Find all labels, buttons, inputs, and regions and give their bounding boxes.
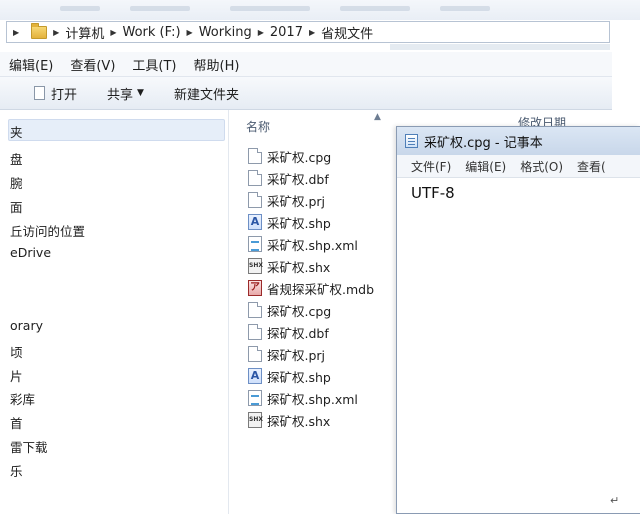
file-row[interactable]: SHX 探矿权.shx xyxy=(248,410,330,430)
blurred-area xyxy=(390,44,610,50)
xml-file-icon xyxy=(248,390,262,406)
file-name: 采矿权.prj xyxy=(267,193,326,209)
notepad-menu-file[interactable]: 文件(F) xyxy=(411,158,451,175)
notepad-menu-edit[interactable]: 编辑(E) xyxy=(465,158,506,175)
nav-item-image-library[interactable]: 彩库 xyxy=(10,389,35,408)
file-row[interactable]: 采矿权.prj xyxy=(248,190,325,210)
menu-help[interactable]: 帮助(H) xyxy=(194,55,240,74)
nav-item-desktop2[interactable]: 面 xyxy=(10,197,23,216)
notepad-titlebar[interactable]: 采矿权.cpg - 记事本 xyxy=(397,127,640,155)
shx-file-icon: SHX xyxy=(248,258,263,274)
blank-file-icon xyxy=(248,346,262,362)
breadcrumb-computer[interactable]: 计算机 xyxy=(65,23,104,42)
menu-view[interactable]: 查看(V) xyxy=(70,55,115,74)
file-name: 采矿权.shp xyxy=(267,215,331,231)
file-name: 探矿权.shp.xml xyxy=(267,391,358,407)
notepad-menu-view[interactable]: 查看( xyxy=(577,158,606,175)
file-name: 采矿权.shx xyxy=(267,259,331,275)
menu-edit[interactable]: 编辑(E) xyxy=(9,55,53,74)
address-left-arrow-icon[interactable]: ▶ xyxy=(13,28,19,37)
file-row[interactable]: 采矿权.cpg xyxy=(248,146,331,166)
file-name: 探矿权.shp xyxy=(267,369,331,385)
notepad-window[interactable]: 采矿权.cpg - 记事本 文件(F) 编辑(E) 格式(O) 查看( UTF-… xyxy=(396,126,640,514)
nav-item-recent-places[interactable]: 丘访问的位置 xyxy=(10,221,85,240)
crumb-separator-icon[interactable]: ▶ xyxy=(258,28,264,37)
share-button[interactable]: 共享 ▼ xyxy=(107,84,144,103)
nav-item-videos[interactable]: 顷 xyxy=(10,342,23,361)
blank-file-icon xyxy=(248,148,262,164)
window-title-strip xyxy=(0,0,640,20)
toolbar: 打开 共享 ▼ 新建文件夹 xyxy=(0,77,612,110)
nav-item-desktop[interactable]: 盘 xyxy=(10,149,23,168)
notepad-menu-bar: 文件(F) 编辑(E) 格式(O) 查看( xyxy=(397,155,640,178)
file-row[interactable]: 探矿权.dbf xyxy=(248,322,329,342)
breadcrumb-current-folder[interactable]: 省规文件 xyxy=(321,23,373,42)
address-bar[interactable]: ▶ ▶ 计算机 ▶ Work (F:) ▶ Working ▶ 2017 ▶ 省… xyxy=(6,21,610,43)
crumb-separator-icon[interactable]: ▶ xyxy=(110,28,116,37)
crumb-separator-icon[interactable]: ▶ xyxy=(309,28,315,37)
file-row[interactable]: 探矿权.cpg xyxy=(248,300,331,320)
nav-item-documents[interactable]: 首 xyxy=(10,413,23,432)
file-name: 探矿权.shx xyxy=(267,413,331,429)
sort-up-icon: ▲ xyxy=(374,112,381,122)
column-header-name[interactable]: 名称 xyxy=(246,118,270,135)
new-folder-button-label: 新建文件夹 xyxy=(173,87,239,103)
nav-item-thunder-downloads[interactable]: 雷下载 xyxy=(10,437,48,456)
shp-file-icon: A xyxy=(248,368,262,384)
navigation-pane: 夹 盘 腕 面 丘访问的位置 eDrive orary 顷 片 彩库 首 雷下载… xyxy=(0,110,229,514)
file-name: 探矿权.cpg xyxy=(267,303,332,319)
file-row[interactable]: SHX 采矿权.shx xyxy=(248,256,330,276)
file-row[interactable]: 采矿权.shp.xml xyxy=(248,234,358,254)
xml-file-icon xyxy=(248,236,262,252)
breadcrumb-working[interactable]: Working xyxy=(199,25,252,40)
file-row[interactable]: 采矿权.dbf xyxy=(248,168,329,188)
return-mark-icon: ↵ xyxy=(610,494,620,507)
crumb-separator-icon[interactable]: ▶ xyxy=(187,28,193,37)
shx-file-icon: SHX xyxy=(248,412,263,428)
breadcrumb-work-drive[interactable]: Work (F:) xyxy=(122,25,180,40)
file-name: 采矿权.cpg xyxy=(267,149,332,165)
file-row[interactable]: 探矿权.shp.xml xyxy=(248,388,358,408)
notepad-menu-format[interactable]: 格式(O) xyxy=(520,158,563,175)
menu-tools[interactable]: 工具(T) xyxy=(132,55,176,74)
blank-file-icon xyxy=(248,192,262,208)
chevron-down-icon: ▼ xyxy=(137,88,144,98)
folder-icon xyxy=(31,22,48,39)
file-name: 省规探采矿权.mdb xyxy=(267,281,375,297)
open-button-label: 打开 xyxy=(51,87,78,103)
file-row[interactable]: A 探矿权.shp xyxy=(248,366,331,386)
blank-file-icon xyxy=(248,302,262,318)
file-name: 采矿权.shp.xml xyxy=(267,237,358,253)
breadcrumb-2017[interactable]: 2017 xyxy=(270,25,303,40)
file-row[interactable]: A 采矿权.shp xyxy=(248,212,331,232)
menu-bar: 编辑(E) 查看(V) 工具(T) 帮助(H) xyxy=(0,52,612,77)
blank-file-icon xyxy=(248,324,262,340)
nav-item-music[interactable]: 乐 xyxy=(10,461,23,480)
file-name: 探矿权.prj xyxy=(267,347,326,363)
nav-item-pictures[interactable]: 片 xyxy=(10,366,23,385)
file-row[interactable]: 探矿权.prj xyxy=(248,344,325,364)
notepad-title: 采矿权.cpg - 记事本 xyxy=(424,135,543,151)
blank-file-icon xyxy=(248,170,262,186)
file-name: 探矿权.dbf xyxy=(267,325,329,341)
notepad-text-area[interactable]: UTF-8 xyxy=(411,184,455,202)
file-name: 采矿权.dbf xyxy=(267,171,329,187)
open-button[interactable]: 打开 xyxy=(34,84,77,103)
nav-item-onedrive[interactable]: eDrive xyxy=(10,245,51,260)
nav-item-library[interactable]: orary xyxy=(10,318,43,333)
document-icon xyxy=(34,86,45,100)
new-folder-button[interactable]: 新建文件夹 xyxy=(174,84,239,103)
crumb-separator-icon[interactable]: ▶ xyxy=(53,28,59,37)
nav-selection-highlight xyxy=(8,119,225,141)
file-row[interactable]: ア 省规探采矿权.mdb xyxy=(248,278,374,298)
nav-item-favorites[interactable]: 夹 xyxy=(10,122,23,141)
mdb-file-icon: ア xyxy=(248,280,262,296)
shp-file-icon: A xyxy=(248,214,262,230)
share-button-label: 共享 xyxy=(107,87,134,103)
nav-item-downloads[interactable]: 腕 xyxy=(10,173,23,192)
notepad-icon xyxy=(405,134,418,148)
